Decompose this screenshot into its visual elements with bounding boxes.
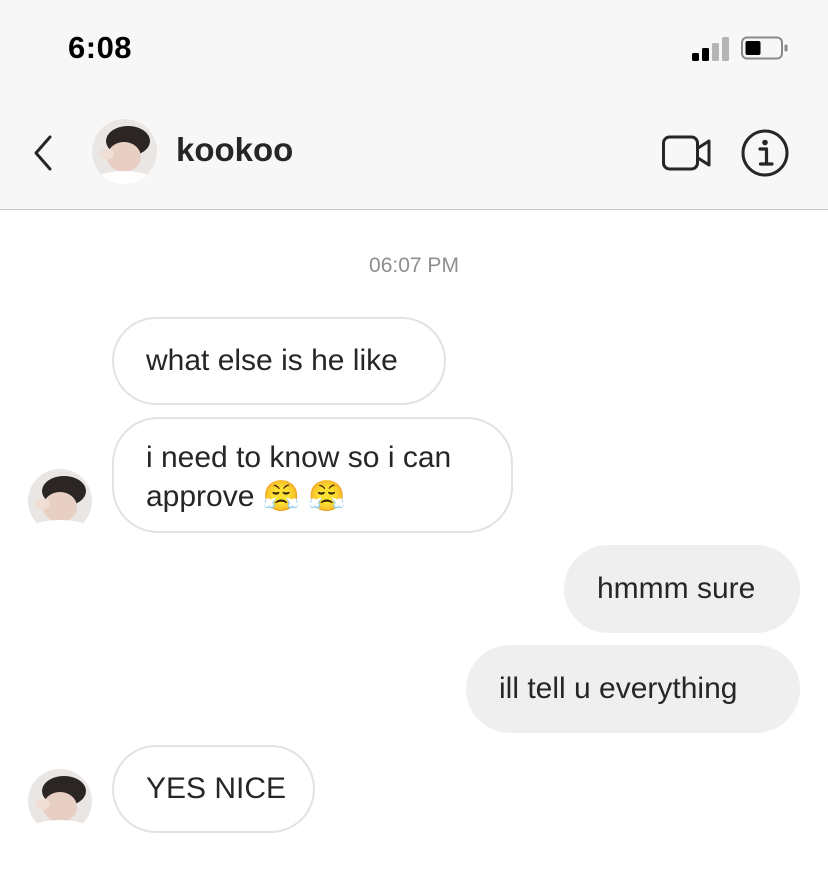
incoming-message[interactable]: what else is he like [112, 317, 446, 405]
info-button[interactable] [740, 128, 790, 178]
incoming-message[interactable]: YES NICE [112, 745, 315, 833]
incoming-message[interactable]: i need to know so i can approve 😤 😤 [112, 417, 513, 533]
message-text: YES NICE [146, 772, 287, 805]
avatar[interactable] [92, 119, 157, 184]
username[interactable]: kookoo [176, 131, 293, 169]
outgoing-message[interactable]: ill tell u everything [466, 645, 800, 733]
cellular-signal-icon [692, 37, 730, 61]
message-timestamp: 06:07 PM [369, 254, 459, 277]
message-text: hmmm sure [597, 572, 756, 605]
outgoing-message[interactable]: hmmm sure [564, 545, 800, 633]
status-time: 6:08 [68, 30, 133, 65]
message-text: i need to know so i can [146, 441, 452, 474]
message-text: ill tell u everything [499, 672, 738, 705]
avatar[interactable] [28, 469, 92, 533]
back-button[interactable] [26, 133, 60, 173]
video-camera-icon [662, 135, 711, 171]
chevron-left-icon [34, 135, 52, 171]
video-call-button[interactable] [661, 133, 713, 173]
message-text: what else is he like [146, 344, 398, 377]
battery-icon [741, 36, 789, 60]
status-bar: 6:08 [0, 0, 828, 98]
chat-header: kookoo [0, 98, 828, 210]
message-text: approve 😤 😤 [146, 480, 346, 513]
avatar[interactable] [28, 769, 92, 833]
info-icon [741, 129, 789, 177]
